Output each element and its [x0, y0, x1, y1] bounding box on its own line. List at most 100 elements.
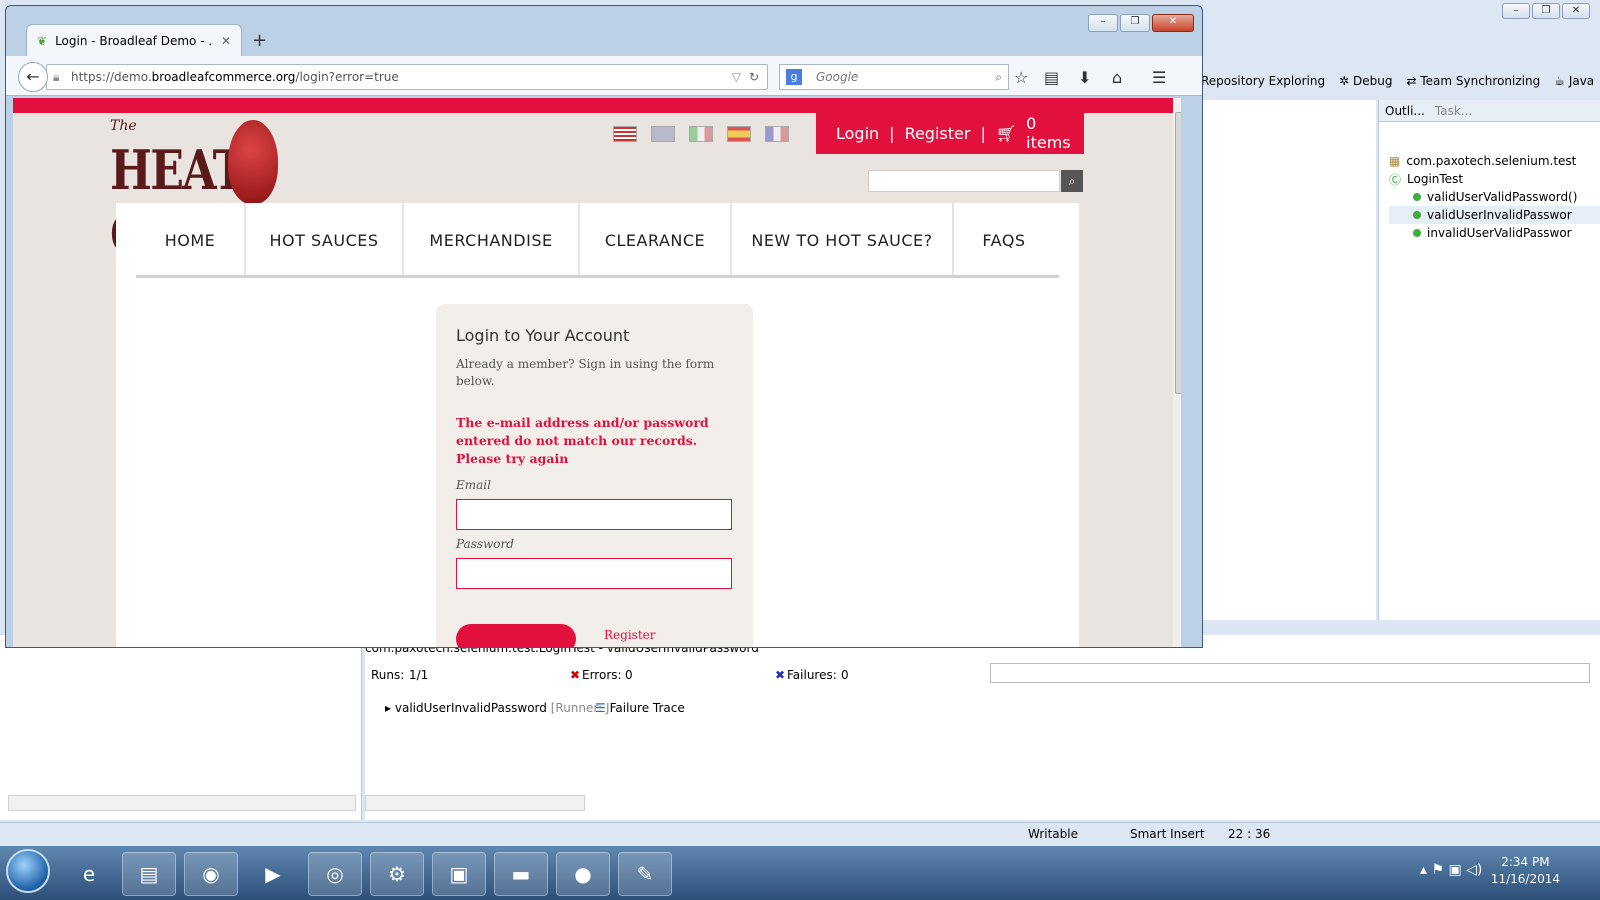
explorer-icon[interactable]: ▤: [122, 852, 176, 896]
page-scrollbar[interactable]: [1173, 98, 1181, 647]
password-field[interactable]: [456, 558, 732, 589]
outline-view: Outli... Task... ▦ com.paxotech.selenium.…: [1378, 100, 1600, 620]
java-ee-ide-icon[interactable]: ⚙: [370, 852, 424, 896]
tree-package[interactable]: ▦ com.paxotech.selenium.test: [1389, 152, 1600, 170]
login-link[interactable]: Login: [836, 124, 879, 143]
test-icon: ▸: [385, 701, 392, 715]
tab-outline[interactable]: Outli...: [1385, 104, 1425, 118]
minimize-button[interactable]: –: [1088, 14, 1118, 32]
error-message: The e-mail address and/or password enter…: [456, 415, 709, 466]
left-hscroll[interactable]: [8, 795, 356, 811]
errors-value: 0: [625, 668, 633, 682]
tree-method[interactable]: validUserValidPassword(): [1389, 188, 1600, 206]
remote-desktop-icon[interactable]: ▣: [432, 852, 486, 896]
tab-login[interactable]: ❦ Login - Broadleaf Demo - ... ✕: [26, 24, 242, 56]
google-icon: g: [786, 69, 802, 85]
test-item[interactable]: ▸ validUserInvalidPassword [Runner: J: [385, 701, 610, 715]
navigation-bar: 🔒︎ https://demo.broadleafcommerce.org/lo…: [6, 56, 1202, 96]
perspective-bar: VN Repository Exploring ✲ Debug ⇄ Team S…: [1180, 70, 1594, 92]
reload-icon[interactable]: ↻: [749, 65, 759, 89]
list-icon: ☰: [595, 701, 606, 715]
failure-trace-header: ☰ Failure Trace: [595, 701, 685, 715]
bookmark-star-icon[interactable]: ☆: [1014, 68, 1028, 87]
eclipse-icon[interactable]: ◉: [184, 852, 238, 896]
firefox-window: – ❐ ✕ ❦ Login - Broadleaf Demo - ... ✕ +…: [5, 5, 1203, 648]
nav-clearance[interactable]: CLEARANCE: [580, 203, 732, 275]
search-icon[interactable]: ⌕: [995, 65, 1002, 89]
cart-count[interactable]: 0 items: [1026, 114, 1084, 152]
login-subtitle: Already a member? Sign in using the form…: [456, 357, 715, 388]
tree-class[interactable]: Ⓒ LoginTest: [1389, 170, 1600, 188]
france-flag-icon[interactable]: [765, 126, 789, 142]
devil-pepper-icon: [228, 120, 278, 204]
cart-icon[interactable]: 🛒︎: [996, 124, 1016, 143]
new-tab-button[interactable]: +: [252, 30, 267, 51]
method-icon: [1413, 211, 1421, 219]
editor-area: [1180, 100, 1376, 620]
us-flag-icon[interactable]: [613, 126, 637, 142]
ie-icon[interactable]: e: [62, 852, 116, 896]
cmd-icon[interactable]: ▬: [494, 852, 548, 896]
language-flags: [613, 126, 789, 142]
tree-method-selected[interactable]: validUserInvalidPasswor: [1389, 206, 1600, 224]
errors-label: Errors:: [582, 668, 622, 682]
account-bar: Login | Register | 🛒︎ 0 items: [816, 112, 1084, 154]
email-label: Email: [456, 478, 491, 492]
maximize-button[interactable]: ❐: [1532, 3, 1560, 19]
progress-bar: [990, 663, 1590, 683]
back-button[interactable]: ←: [18, 62, 48, 92]
method-icon: [1413, 193, 1421, 201]
tray-icons[interactable]: ▴ ⚑ ▣ ◁): [1420, 862, 1482, 878]
java-icon: ☕: [1554, 74, 1565, 88]
close-tab-icon[interactable]: ✕: [221, 34, 231, 48]
nav-new-to-hot-sauce[interactable]: NEW TO HOT SAUCE?: [732, 203, 954, 275]
junit-hscroll[interactable]: [365, 795, 585, 811]
url-bar[interactable]: 🔒︎ https://demo.broadleafcommerce.org/lo…: [46, 64, 768, 90]
class-icon: Ⓒ: [1389, 172, 1402, 187]
register-link[interactable]: Register: [905, 124, 971, 143]
perspective-debug[interactable]: ✲ Debug: [1339, 74, 1392, 88]
nav-faqs[interactable]: FAQS: [954, 203, 1054, 275]
nav-hot-sauces[interactable]: HOT SAUCES: [246, 203, 404, 275]
site-search-input[interactable]: [868, 170, 1060, 192]
register-link-bottom[interactable]: Register: [604, 628, 655, 642]
scrollbar-thumb[interactable]: [1175, 112, 1181, 394]
tree-method[interactable]: invalidUserValidPasswor: [1389, 224, 1600, 242]
login-title: Login to Your Account: [456, 326, 630, 345]
perspective-team[interactable]: ⇄ Team Synchronizing: [1406, 74, 1540, 88]
top-red-bar: [13, 98, 1181, 113]
login-submit-button[interactable]: [456, 624, 576, 647]
notepad-plus-icon[interactable]: ✎: [618, 852, 672, 896]
close-button[interactable]: ✕: [1152, 14, 1194, 32]
reading-list-icon[interactable]: ▤: [1044, 68, 1059, 87]
download-icon[interactable]: ⬇: [1078, 68, 1091, 87]
mexico-flag-icon[interactable]: [689, 126, 713, 142]
dropdown-icon[interactable]: ▽: [732, 65, 741, 89]
firefox-icon[interactable]: ●: [556, 852, 610, 896]
maximize-button[interactable]: ❐: [1120, 14, 1150, 32]
tab-tasks[interactable]: Task...: [1435, 104, 1472, 118]
site-search-button[interactable]: ⌕: [1061, 170, 1083, 192]
home-icon[interactable]: ⌂: [1112, 68, 1122, 87]
password-label: Password: [456, 537, 514, 551]
package-icon: ▦: [1389, 154, 1401, 168]
uk-flag-icon[interactable]: [651, 126, 675, 142]
clock[interactable]: 2:34 PM 11/16/2014: [1491, 854, 1560, 888]
minimize-button[interactable]: –: [1502, 3, 1530, 19]
status-writable: Writable: [1028, 827, 1078, 841]
spain-flag-icon[interactable]: [727, 126, 751, 142]
close-button[interactable]: ✕: [1562, 3, 1590, 19]
heat-clinic-logo[interactable]: The HEAT CLINIC: [110, 112, 410, 266]
nav-merchandise[interactable]: MERCHANDISE: [404, 203, 580, 275]
search-input[interactable]: g Google ⌕: [779, 64, 1009, 90]
error-icon: ✖: [570, 668, 581, 682]
chrome-icon[interactable]: ◎: [308, 852, 362, 896]
email-field[interactable]: [456, 499, 732, 530]
status-bar: Writable Smart Insert 22 : 36: [0, 822, 1600, 846]
nav-home[interactable]: HOME: [136, 203, 246, 275]
perspective-java[interactable]: ☕ Java: [1554, 74, 1594, 88]
start-button[interactable]: [6, 849, 50, 893]
menu-icon[interactable]: ☰: [1152, 68, 1166, 87]
media-player-icon[interactable]: ▶: [246, 852, 300, 896]
runs-label: Runs:: [371, 668, 405, 682]
